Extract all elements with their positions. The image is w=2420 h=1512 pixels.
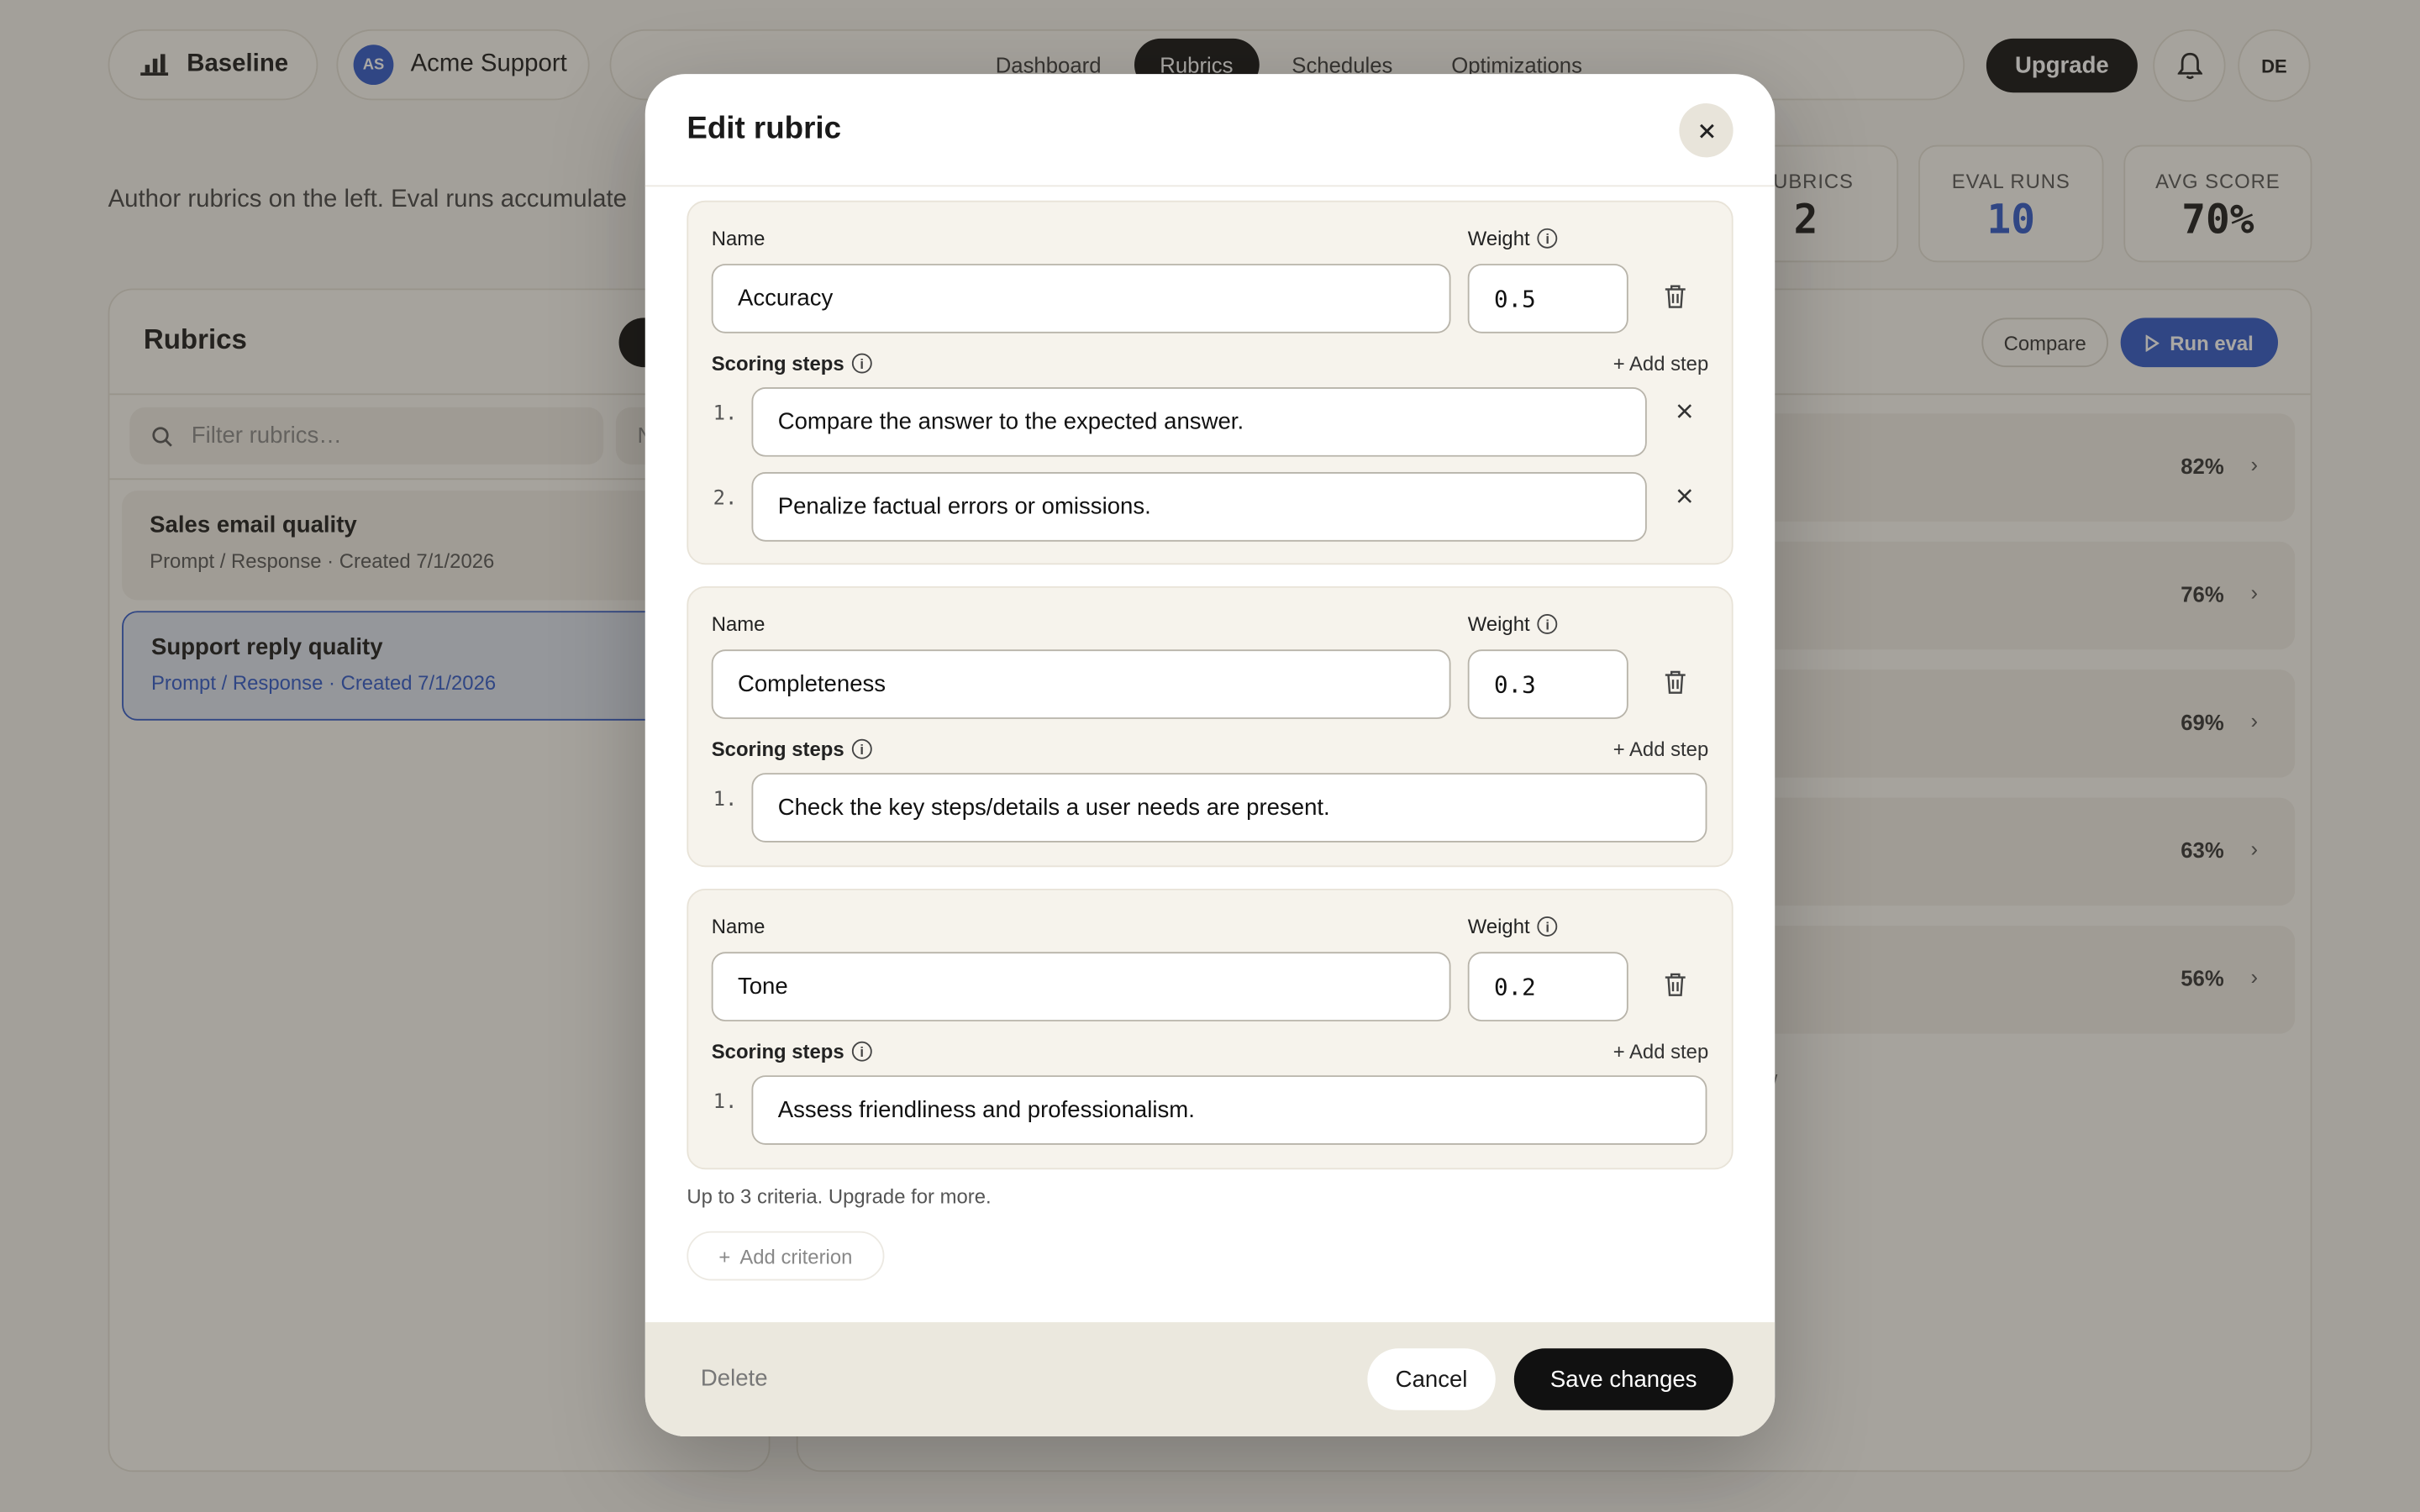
step-number: 1. bbox=[713, 1090, 738, 1115]
trash-icon[interactable] bbox=[1664, 669, 1687, 701]
step-number: 1. bbox=[713, 788, 738, 812]
scoring-steps-label: Scoring steps i bbox=[712, 1040, 872, 1063]
divider bbox=[644, 185, 1776, 187]
criterion-weight-input[interactable]: 0.2 bbox=[1467, 952, 1628, 1021]
criterion-weight-input[interactable]: 0.5 bbox=[1467, 264, 1628, 333]
scoring-steps-label: Scoring steps i bbox=[712, 738, 872, 761]
step-input[interactable]: Check the key steps/details a user needs… bbox=[751, 773, 1707, 843]
add-step-button[interactable]: + Add step bbox=[1613, 738, 1709, 761]
trash-icon[interactable] bbox=[1664, 284, 1687, 315]
criterion-card: Name Weight i Completeness 0.3 Scoring s… bbox=[687, 585, 1733, 868]
edit-rubric-modal: Edit rubric Name Weight i Accuracy 0.5 S… bbox=[644, 74, 1776, 1437]
scoring-steps-text: Scoring steps bbox=[711, 351, 844, 375]
modal-title: Edit rubric bbox=[687, 112, 842, 146]
remove-step-icon[interactable] bbox=[1676, 485, 1693, 512]
add-step-button[interactable]: + Add step bbox=[1613, 352, 1709, 375]
criterion-name-input[interactable]: Completeness bbox=[711, 649, 1451, 719]
step-input[interactable]: Compare the answer to the expected answe… bbox=[751, 387, 1647, 457]
plus-icon: + bbox=[718, 1244, 731, 1268]
criterion-name-input[interactable]: Accuracy bbox=[711, 264, 1451, 333]
name-label: Name bbox=[711, 612, 765, 636]
close-icon bbox=[1699, 123, 1713, 138]
criteria-limit-note: Up to 3 criteria. Upgrade for more. bbox=[687, 1184, 992, 1209]
cancel-button[interactable]: Cancel bbox=[1367, 1348, 1496, 1410]
add-step-button[interactable]: + Add step bbox=[1613, 1040, 1709, 1063]
info-icon[interactable]: i bbox=[1537, 916, 1558, 937]
weight-label-text: Weight bbox=[1467, 612, 1530, 636]
criterion-card: Name Weight i Tone 0.2 Scoring steps i +… bbox=[687, 888, 1733, 1170]
scoring-steps-label: Scoring steps i bbox=[712, 352, 872, 375]
info-icon[interactable]: i bbox=[1537, 614, 1558, 634]
criterion-weight-input[interactable]: 0.3 bbox=[1467, 649, 1628, 719]
weight-label: Weight i bbox=[1468, 915, 1558, 938]
close-button[interactable] bbox=[1679, 103, 1733, 158]
modal-footer: Delete Cancel Save changes bbox=[644, 1322, 1776, 1437]
weight-label: Weight i bbox=[1468, 612, 1558, 636]
weight-label: Weight i bbox=[1468, 227, 1558, 250]
scoring-steps-text: Scoring steps bbox=[711, 1039, 844, 1063]
save-changes-button[interactable]: Save changes bbox=[1513, 1348, 1733, 1410]
criterion-card: Name Weight i Accuracy 0.5 Scoring steps… bbox=[687, 200, 1733, 565]
delete-button[interactable]: Delete bbox=[701, 1366, 768, 1392]
add-criterion-label: Add criterion bbox=[739, 1244, 853, 1268]
name-label: Name bbox=[711, 227, 765, 250]
trash-icon[interactable] bbox=[1664, 972, 1687, 1003]
add-criterion-button[interactable]: + Add criterion bbox=[687, 1231, 885, 1281]
info-icon[interactable]: i bbox=[1537, 228, 1558, 249]
criterion-name-input[interactable]: Tone bbox=[711, 952, 1451, 1021]
app-root: Baseline AS Acme Support Dashboard Rubri… bbox=[0, 0, 2420, 1512]
step-number: 2. bbox=[713, 487, 738, 511]
weight-label-text: Weight bbox=[1467, 227, 1530, 250]
info-icon[interactable]: i bbox=[851, 738, 872, 759]
remove-step-icon[interactable] bbox=[1676, 400, 1693, 428]
step-input[interactable]: Penalize factual errors or omissions. bbox=[751, 472, 1647, 542]
info-icon[interactable]: i bbox=[851, 353, 872, 374]
weight-label-text: Weight bbox=[1467, 915, 1530, 938]
step-input[interactable]: Assess friendliness and professionalism. bbox=[751, 1075, 1707, 1145]
scoring-steps-text: Scoring steps bbox=[711, 737, 844, 761]
info-icon[interactable]: i bbox=[851, 1041, 872, 1062]
step-number: 1. bbox=[713, 402, 738, 426]
name-label: Name bbox=[711, 915, 765, 938]
